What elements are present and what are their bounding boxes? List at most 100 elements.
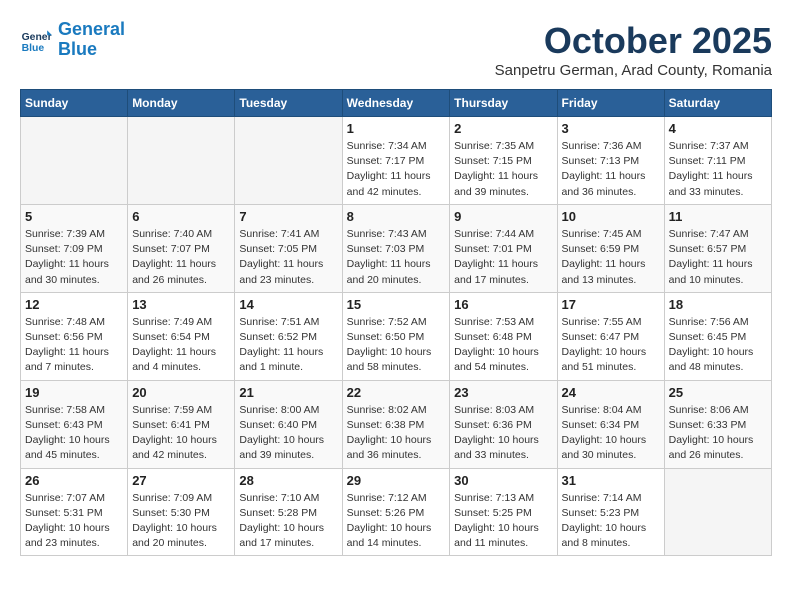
- calendar-cell: 5Sunrise: 7:39 AM Sunset: 7:09 PM Daylig…: [21, 204, 128, 292]
- day-info: Sunrise: 7:45 AM Sunset: 6:59 PM Dayligh…: [562, 227, 660, 288]
- day-info: Sunrise: 7:55 AM Sunset: 6:47 PM Dayligh…: [562, 315, 660, 376]
- calendar-week-row: 19 Sunrise: 7:58 AM Sunset: 6:43 PM Dayli…: [21, 380, 772, 468]
- calendar-cell: 8Sunrise: 7:43 AM Sunset: 7:03 PM Daylig…: [342, 204, 450, 292]
- calendar-cell: 16Sunrise: 7:53 AM Sunset: 6:48 PM Dayli…: [450, 292, 557, 380]
- calendar-cell: [21, 117, 128, 205]
- day-info: Sunrise: 8:04 AM Sunset: 6:34 PM Dayligh…: [562, 403, 660, 464]
- day-info: Sunrise: 7:39 AM Sunset: 7:09 PM Dayligh…: [25, 227, 123, 288]
- day-info: Sunrise: 7:12 AM Sunset: 5:26 PM Dayligh…: [347, 491, 446, 552]
- month-title: October 2025: [495, 20, 772, 62]
- calendar-cell: 28 Sunrise: 7:10 AM Sunset: 5:28 PM Dayli…: [235, 468, 342, 556]
- day-info: Sunrise: 7:49 AM Sunset: 6:54 PM Dayligh…: [132, 315, 230, 376]
- calendar-cell: [235, 117, 342, 205]
- day-info: Sunrise: 7:52 AM Sunset: 6:50 PM Dayligh…: [347, 315, 446, 376]
- day-number: 4: [669, 121, 767, 136]
- day-info: Sunrise: 7:07 AM Sunset: 5:31 PM Dayligh…: [25, 491, 123, 552]
- day-info: Sunrise: 7:35 AM Sunset: 7:15 PM Dayligh…: [454, 139, 552, 200]
- day-number: 25: [669, 385, 767, 400]
- day-info: Sunrise: 8:02 AM Sunset: 6:38 PM Dayligh…: [347, 403, 446, 464]
- day-number: 28: [239, 473, 337, 488]
- calendar-week-row: 12 Sunrise: 7:48 AM Sunset: 6:56 PM Dayli…: [21, 292, 772, 380]
- day-info: Sunrise: 7:58 AM Sunset: 6:43 PM Dayligh…: [25, 403, 123, 464]
- calendar-cell: 12 Sunrise: 7:48 AM Sunset: 6:56 PM Dayli…: [21, 292, 128, 380]
- day-info: Sunrise: 8:00 AM Sunset: 6:40 PM Dayligh…: [239, 403, 337, 464]
- logo-icon: General Blue: [20, 24, 52, 56]
- calendar-cell: 20 Sunrise: 7:59 AM Sunset: 6:41 PM Dayli…: [128, 380, 235, 468]
- day-number: 27: [132, 473, 230, 488]
- weekday-header: Wednesday: [342, 90, 450, 117]
- calendar-cell: 6Sunrise: 7:40 AM Sunset: 7:07 PM Daylig…: [128, 204, 235, 292]
- calendar-cell: [664, 468, 771, 556]
- day-number: 30: [454, 473, 552, 488]
- calendar-cell: [128, 117, 235, 205]
- page-header: General Blue GeneralBlue October 2025 Sa…: [20, 20, 772, 79]
- calendar-cell: 22 Sunrise: 8:02 AM Sunset: 6:38 PM Dayli…: [342, 380, 450, 468]
- day-number: 7: [239, 209, 337, 224]
- day-number: 14: [239, 297, 337, 312]
- location-title: Sanpetru German, Arad County, Romania: [495, 62, 772, 79]
- day-number: 12: [25, 297, 123, 312]
- day-info: Sunrise: 8:06 AM Sunset: 6:33 PM Dayligh…: [669, 403, 767, 464]
- calendar-cell: 10Sunrise: 7:45 AM Sunset: 6:59 PM Dayli…: [557, 204, 664, 292]
- day-number: 22: [347, 385, 446, 400]
- calendar-week-row: 5Sunrise: 7:39 AM Sunset: 7:09 PM Daylig…: [21, 204, 772, 292]
- day-info: Sunrise: 7:48 AM Sunset: 6:56 PM Dayligh…: [25, 315, 123, 376]
- calendar-cell: 31 Sunrise: 7:14 AM Sunset: 5:23 PM Dayli…: [557, 468, 664, 556]
- day-number: 20: [132, 385, 230, 400]
- calendar-cell: 29Sunrise: 7:12 AM Sunset: 5:26 PM Dayli…: [342, 468, 450, 556]
- calendar-cell: 1Sunrise: 7:34 AM Sunset: 7:17 PM Daylig…: [342, 117, 450, 205]
- day-number: 2: [454, 121, 552, 136]
- day-number: 26: [25, 473, 123, 488]
- day-info: Sunrise: 7:40 AM Sunset: 7:07 PM Dayligh…: [132, 227, 230, 288]
- day-number: 31: [562, 473, 660, 488]
- day-info: Sunrise: 7:09 AM Sunset: 5:30 PM Dayligh…: [132, 491, 230, 552]
- day-info: Sunrise: 7:59 AM Sunset: 6:41 PM Dayligh…: [132, 403, 230, 464]
- calendar-week-row: 26 Sunrise: 7:07 AM Sunset: 5:31 PM Dayli…: [21, 468, 772, 556]
- day-info: Sunrise: 7:43 AM Sunset: 7:03 PM Dayligh…: [347, 227, 446, 288]
- calendar-cell: 25 Sunrise: 8:06 AM Sunset: 6:33 PM Dayli…: [664, 380, 771, 468]
- day-number: 13: [132, 297, 230, 312]
- day-info: Sunrise: 7:37 AM Sunset: 7:11 PM Dayligh…: [669, 139, 767, 200]
- day-number: 19: [25, 385, 123, 400]
- day-number: 24: [562, 385, 660, 400]
- calendar-cell: 13 Sunrise: 7:49 AM Sunset: 6:54 PM Dayli…: [128, 292, 235, 380]
- calendar-cell: 3Sunrise: 7:36 AM Sunset: 7:13 PM Daylig…: [557, 117, 664, 205]
- day-number: 3: [562, 121, 660, 136]
- day-info: Sunrise: 7:14 AM Sunset: 5:23 PM Dayligh…: [562, 491, 660, 552]
- calendar-cell: 19 Sunrise: 7:58 AM Sunset: 6:43 PM Dayli…: [21, 380, 128, 468]
- day-info: Sunrise: 7:10 AM Sunset: 5:28 PM Dayligh…: [239, 491, 337, 552]
- calendar-cell: 23 Sunrise: 8:03 AM Sunset: 6:36 PM Dayli…: [450, 380, 557, 468]
- day-info: Sunrise: 7:47 AM Sunset: 6:57 PM Dayligh…: [669, 227, 767, 288]
- day-info: Sunrise: 8:03 AM Sunset: 6:36 PM Dayligh…: [454, 403, 552, 464]
- weekday-header: Thursday: [450, 90, 557, 117]
- day-info: Sunrise: 7:13 AM Sunset: 5:25 PM Dayligh…: [454, 491, 552, 552]
- day-number: 9: [454, 209, 552, 224]
- weekday-header: Monday: [128, 90, 235, 117]
- weekday-header: Sunday: [21, 90, 128, 117]
- day-number: 23: [454, 385, 552, 400]
- calendar-cell: 7 Sunrise: 7:41 AM Sunset: 7:05 PM Daylig…: [235, 204, 342, 292]
- title-block: October 2025 Sanpetru German, Arad Count…: [495, 20, 772, 79]
- day-info: Sunrise: 7:41 AM Sunset: 7:05 PM Dayligh…: [239, 227, 337, 288]
- weekday-header: Friday: [557, 90, 664, 117]
- day-info: Sunrise: 7:56 AM Sunset: 6:45 PM Dayligh…: [669, 315, 767, 376]
- day-number: 17: [562, 297, 660, 312]
- day-info: Sunrise: 7:53 AM Sunset: 6:48 PM Dayligh…: [454, 315, 552, 376]
- day-number: 11: [669, 209, 767, 224]
- day-number: 1: [347, 121, 446, 136]
- logo-text: GeneralBlue: [58, 20, 125, 60]
- calendar-week-row: 1Sunrise: 7:34 AM Sunset: 7:17 PM Daylig…: [21, 117, 772, 205]
- calendar-cell: 4 Sunrise: 7:37 AM Sunset: 7:11 PM Daylig…: [664, 117, 771, 205]
- day-info: Sunrise: 7:51 AM Sunset: 6:52 PM Dayligh…: [239, 315, 337, 376]
- calendar: SundayMondayTuesdayWednesdayThursdayFrid…: [20, 89, 772, 556]
- day-number: 18: [669, 297, 767, 312]
- calendar-cell: 21Sunrise: 8:00 AM Sunset: 6:40 PM Dayli…: [235, 380, 342, 468]
- calendar-cell: 2 Sunrise: 7:35 AM Sunset: 7:15 PM Daylig…: [450, 117, 557, 205]
- calendar-cell: 27 Sunrise: 7:09 AM Sunset: 5:30 PM Dayli…: [128, 468, 235, 556]
- day-number: 15: [347, 297, 446, 312]
- calendar-cell: 30 Sunrise: 7:13 AM Sunset: 5:25 PM Dayli…: [450, 468, 557, 556]
- calendar-cell: 24 Sunrise: 8:04 AM Sunset: 6:34 PM Dayli…: [557, 380, 664, 468]
- calendar-cell: 26 Sunrise: 7:07 AM Sunset: 5:31 PM Dayli…: [21, 468, 128, 556]
- day-info: Sunrise: 7:44 AM Sunset: 7:01 PM Dayligh…: [454, 227, 552, 288]
- logo: General Blue GeneralBlue: [20, 20, 125, 60]
